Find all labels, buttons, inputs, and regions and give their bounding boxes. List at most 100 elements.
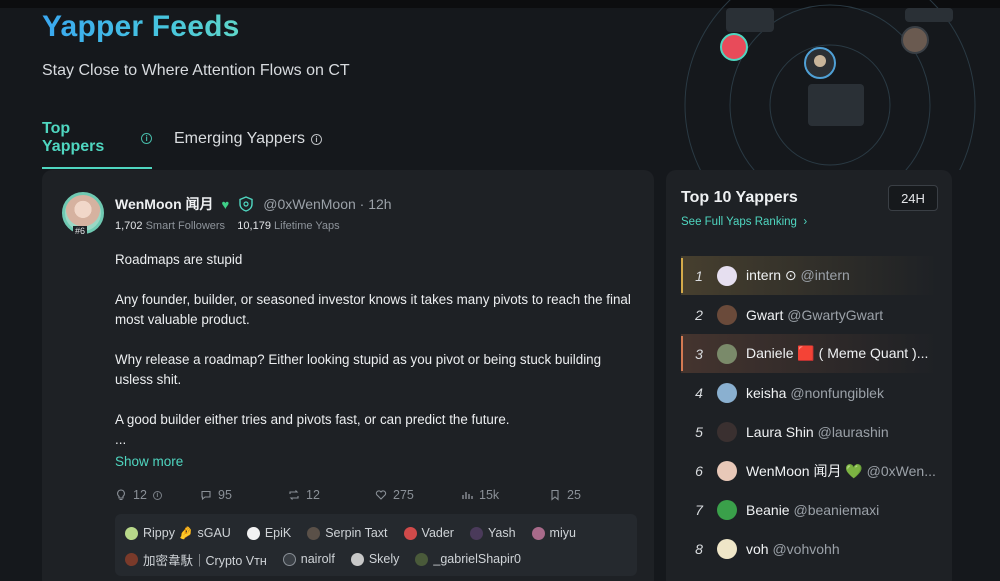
tab-emerging-yappers[interactable]: Emerging Yappers i — [174, 120, 323, 169]
rank-number: 8 — [695, 540, 703, 557]
yapper-name-line: intern ⊙ @intern — [746, 267, 850, 284]
reply-icon — [201, 490, 211, 501]
shield-icon — [237, 195, 255, 213]
repost-button[interactable]: 12 — [288, 488, 375, 502]
liker-item[interactable]: miyu — [531, 526, 576, 540]
post-paragraph: Roadmaps are stupid — [115, 252, 243, 267]
avatar — [125, 526, 138, 540]
bookmark-icon — [551, 489, 559, 501]
lifetime-yaps-value: 10,179 — [237, 220, 271, 232]
avatar — [469, 526, 483, 540]
tab-top-yappers[interactable]: Top Yappers i — [42, 120, 152, 169]
feed-tabs: Top Yappers i Emerging Yappers i — [42, 120, 323, 169]
heart-outline-icon — [375, 490, 387, 500]
reply-button[interactable]: 95 — [200, 488, 288, 502]
page-subtitle: Stay Close to Where Attention Flows on C… — [42, 62, 350, 79]
avatar — [282, 552, 296, 566]
yapper-name-line: voh @vohvohh — [746, 541, 840, 557]
info-icon[interactable]: i — [311, 133, 323, 145]
liker-name: Vader — [421, 526, 454, 540]
engaged-yappers-panel: Rippy 🤌 sGAU EpiK Serpin Taxt Vader Yash… — [115, 514, 637, 576]
yapper-name: intern ⊙ — [746, 267, 797, 283]
repost-count: 12 — [306, 488, 320, 502]
top-yappers-panel: Top 10 Yappers See Full Yaps Ranking › 2… — [666, 170, 952, 581]
repost-icon — [289, 490, 299, 500]
avatar — [717, 382, 737, 403]
liker-item[interactable]: Serpin Taxt — [307, 526, 388, 540]
liker-item[interactable]: Skely — [350, 552, 400, 566]
liker-item[interactable]: Yash — [469, 526, 516, 540]
likers-row: Rippy 🤌 sGAU EpiK Serpin Taxt Vader Yash… — [125, 520, 627, 546]
ranking-row[interactable]: 1 intern ⊙ @intern — [681, 256, 937, 295]
liker-name: EpiK — [264, 526, 292, 540]
views-button[interactable]: 15k — [461, 488, 549, 502]
yapper-handle: @beaniemaxi — [793, 501, 880, 518]
liker-name: Skely — [368, 552, 400, 566]
yapper-handle: @nonfungiblek — [790, 384, 884, 401]
liker-item[interactable]: nairolf — [282, 552, 335, 566]
avatar — [717, 499, 737, 520]
yapper-name: Laura Shin — [746, 423, 814, 440]
post-paragraph: A good builder either tries and pivots f… — [115, 412, 510, 427]
post-paragraph: Why release a roadmap? Either looking st… — [115, 352, 602, 387]
ranking-row[interactable]: 7 Beanie @beaniemaxi — [681, 490, 937, 529]
page-title: Yapper Feeds — [42, 10, 240, 43]
yapper-name: keisha — [746, 384, 787, 401]
tab-label: Emerging Yappers — [174, 130, 306, 147]
likers-row: 加密韋馱｜Crypto Vᴛʜ nairolf Skely _gabrielSh… — [125, 546, 627, 572]
yapper-name-line: Laura Shin @laurashin — [746, 424, 889, 440]
smart-engagement-button[interactable]: 12 i — [115, 488, 200, 502]
smart-followers-label: Smart Followers — [145, 220, 226, 232]
liker-item[interactable]: Vader — [403, 526, 454, 540]
author-avatar-wrap[interactable]: #6 — [62, 192, 104, 236]
ranking-row[interactable]: 3 Daniele 🟥 ( Meme Quant )... — [681, 334, 937, 373]
ranking-row[interactable]: 4 keisha @nonfungiblek — [681, 373, 937, 412]
show-more-link[interactable]: Show more — [115, 454, 183, 469]
lifetime-yaps-label: Lifetime Yaps — [274, 220, 340, 232]
avatar — [717, 460, 737, 481]
liker-item[interactable]: EpiK — [246, 526, 292, 540]
rank-number: 7 — [695, 501, 703, 518]
yapper-handle: @vohvohh — [772, 540, 840, 557]
ranking-row[interactable]: 2 Gwart @GwartyGwart — [681, 295, 937, 334]
yapper-handle: @laurashin — [817, 423, 889, 440]
post-actions: 12 i 95 12 275 15k 25 — [115, 488, 609, 502]
post-paragraph: Any founder, builder, or seasoned invest… — [115, 292, 631, 327]
author-stats: 1,702 Smart Followers 10,179 Lifetime Ya… — [115, 220, 340, 232]
full-ranking-link[interactable]: See Full Yaps Ranking › — [681, 216, 807, 228]
lightbulb-icon — [117, 489, 125, 501]
like-button[interactable]: 275 — [375, 488, 461, 502]
yapper-handle: @intern — [800, 267, 850, 283]
yapper-name-line: WenMoon 闻月 💚 @0xWen... — [746, 461, 936, 481]
info-icon[interactable]: i — [141, 132, 152, 144]
liker-item[interactable]: Rippy 🤌 sGAU — [125, 526, 231, 541]
post-header: WenMoon 闻月 ♥ @0xWenMoon · 12h — [115, 194, 392, 214]
liker-item[interactable]: 加密韋馱｜Crypto Vᴛʜ — [125, 550, 267, 569]
ranking-row[interactable]: 5 Laura Shin @laurashin — [681, 412, 937, 451]
period-selector[interactable]: 24H — [888, 185, 938, 211]
liker-name: miyu — [549, 526, 576, 540]
like-count: 275 — [393, 488, 414, 502]
avatar — [350, 552, 364, 566]
handle-and-time[interactable]: @0xWenMoon · 12h — [263, 196, 391, 212]
yapper-name: Beanie — [746, 501, 790, 518]
author-name[interactable]: WenMoon 闻月 — [115, 194, 214, 214]
ranking-row[interactable]: 8 voh @vohvohh — [681, 529, 937, 568]
liker-name: 加密韋馱｜Crypto Vᴛʜ — [143, 553, 267, 568]
liker-name: Yash — [487, 526, 516, 540]
smart-engagement-count: 12 — [133, 488, 147, 502]
rank-badge: #6 — [73, 226, 88, 236]
link-label: See Full Yaps Ranking — [681, 216, 797, 228]
bookmark-button[interactable]: 25 — [549, 488, 609, 502]
panel-title: Top 10 Yappers — [681, 189, 798, 206]
avatar — [415, 552, 429, 566]
bar-chart-icon — [462, 492, 473, 499]
avatar — [717, 343, 737, 364]
yapper-name: Gwart — [746, 306, 784, 323]
ranking-row[interactable]: 6 WenMoon 闻月 💚 @0xWen... — [681, 451, 937, 490]
avatar — [717, 265, 737, 286]
liker-item[interactable]: _gabrielShapir0 — [415, 552, 521, 566]
rank-number: 1 — [695, 267, 703, 284]
info-icon[interactable]: i — [152, 490, 162, 500]
avatar — [717, 538, 737, 559]
